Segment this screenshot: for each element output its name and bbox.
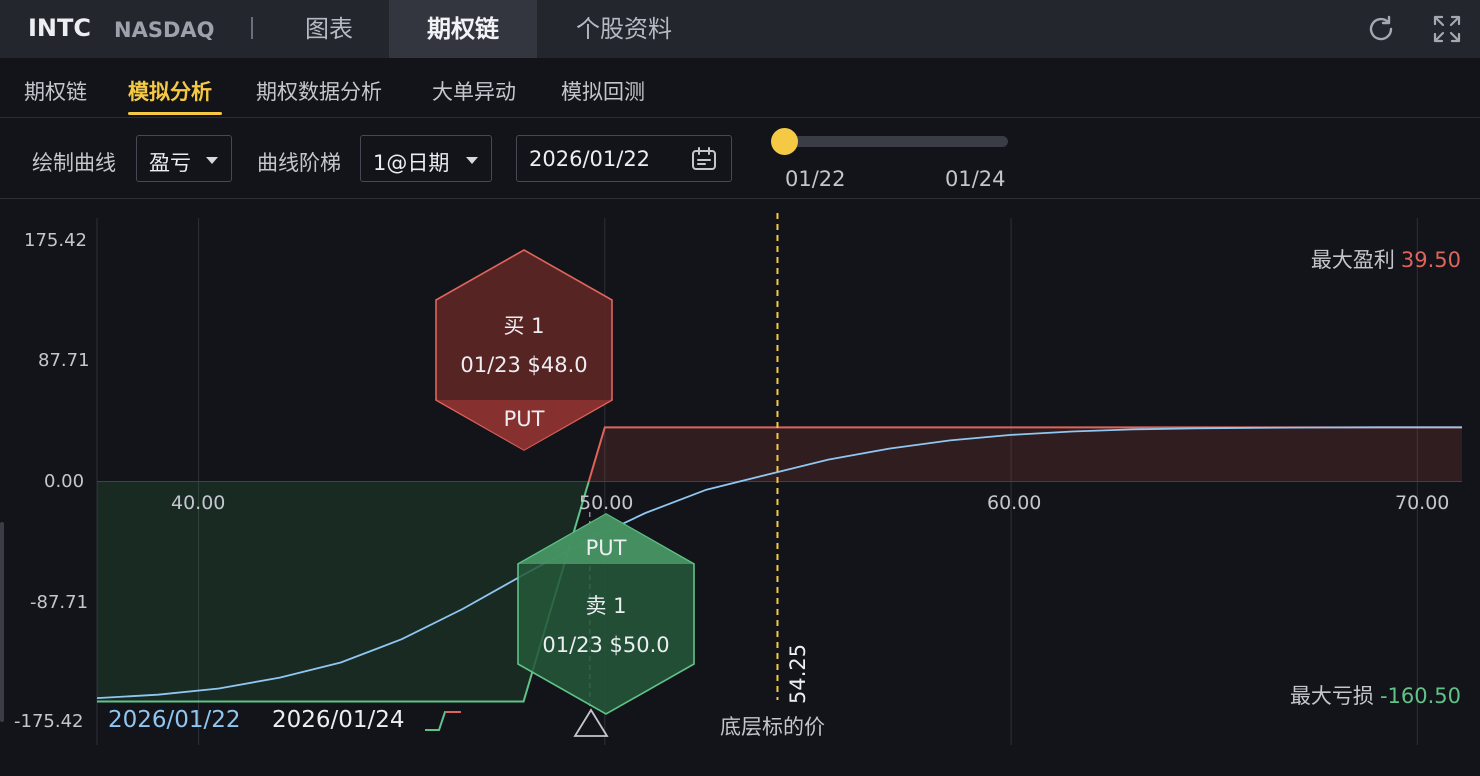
y-tick-label: 175.42 — [24, 230, 87, 251]
x-tick-label: 70.00 — [1395, 492, 1450, 514]
exchange-name: NASDAQ — [114, 18, 215, 42]
step-select[interactable]: 1@日期 — [360, 135, 492, 182]
subtab-unusual-activity[interactable]: 大单异动 — [432, 76, 516, 106]
refresh-icon[interactable] — [1364, 12, 1398, 46]
max-profit: 最大盈利 39.50 — [1311, 244, 1461, 274]
buy-leg-detail: 01/23 $48.0 — [460, 353, 588, 377]
underlying-price-label: 底层标的价 — [720, 715, 825, 739]
tab-company-profile[interactable]: 个股资料 — [550, 0, 698, 58]
legend-series-2[interactable]: 2026/01/24 — [272, 707, 405, 733]
sub-tab-bar: 期权链 模拟分析 期权数据分析 大单异动 模拟回测 — [0, 58, 1480, 118]
x-tick-label: 50.00 — [579, 492, 634, 514]
ticker-symbol: INTC — [28, 14, 91, 42]
curve-select[interactable]: 盈亏 — [136, 135, 232, 182]
underlying-price-value: 54.25 — [786, 643, 810, 704]
max-loss: 最大亏损 -160.50 — [1290, 680, 1461, 710]
sell-leg-type: PUT — [585, 536, 627, 560]
step-select-value: 1@日期 — [373, 151, 450, 175]
step-label: 曲线阶梯 — [257, 151, 341, 175]
tab-chart[interactable]: 图表 — [270, 0, 388, 58]
y-tick-label: -87.71 — [30, 592, 89, 613]
y-tick-label: 0.00 — [44, 471, 85, 492]
date-picker[interactable]: 2026/01/22 — [516, 135, 732, 182]
slider-start-label: 01/22 — [785, 167, 846, 191]
max-loss-value: -160.50 — [1379, 684, 1461, 708]
calendar-icon[interactable] — [691, 147, 717, 171]
strike-triangle-icon — [573, 708, 609, 737]
curve-label: 绘制曲线 — [32, 151, 116, 175]
chevron-down-icon — [206, 157, 218, 164]
date-slider-track[interactable] — [784, 136, 1008, 147]
controls-bar: 绘制曲线 盈亏 曲线阶梯 1@日期 2026/01/22 01/22 01/24 — [0, 119, 1480, 199]
top-bar: INTC NASDAQ 图表 期权链 个股资料 — [0, 0, 1480, 58]
subtab-backtest[interactable]: 模拟回测 — [561, 76, 645, 106]
subtab-option-chain[interactable]: 期权链 — [24, 76, 87, 106]
chevron-down-icon — [466, 157, 478, 164]
max-profit-value: 39.50 — [1400, 248, 1461, 272]
divider — [251, 17, 253, 39]
y-tick-label: 87.71 — [38, 350, 90, 371]
max-profit-label: 最大盈利 — [1310, 248, 1395, 272]
active-tab-underline — [128, 112, 222, 115]
pnl-chart — [96, 213, 1462, 745]
tab-option-chain[interactable]: 期权链 — [389, 0, 537, 58]
max-loss-label: 最大亏损 — [1289, 684, 1374, 708]
y-tick-label: -175.42 — [14, 711, 84, 732]
curve-select-value: 盈亏 — [149, 151, 191, 175]
fullscreen-icon[interactable] — [1430, 12, 1464, 46]
vertical-scrollbar[interactable] — [0, 522, 4, 722]
x-tick-label: 40.00 — [171, 492, 226, 514]
buy-leg-type: PUT — [503, 407, 545, 431]
subtab-simulation[interactable]: 模拟分析 — [128, 76, 212, 106]
slider-end-label: 01/24 — [945, 167, 1006, 191]
x-tick-label: 60.00 — [987, 492, 1042, 514]
chart-areas — [97, 427, 1462, 702]
legend-series-1[interactable]: 2026/01/22 — [108, 707, 241, 733]
buy-leg-action: 买 1 — [503, 314, 545, 338]
payoff-legend-icon — [425, 711, 461, 731]
subtab-option-data-analysis[interactable]: 期权数据分析 — [256, 76, 382, 106]
sell-leg-action: 卖 1 — [585, 594, 627, 618]
profit-area — [588, 427, 1462, 482]
loss-area — [97, 481, 589, 702]
date-slider-handle[interactable] — [771, 128, 798, 155]
date-value: 2026/01/22 — [529, 147, 651, 171]
sell-leg-detail: 01/23 $50.0 — [542, 633, 670, 657]
